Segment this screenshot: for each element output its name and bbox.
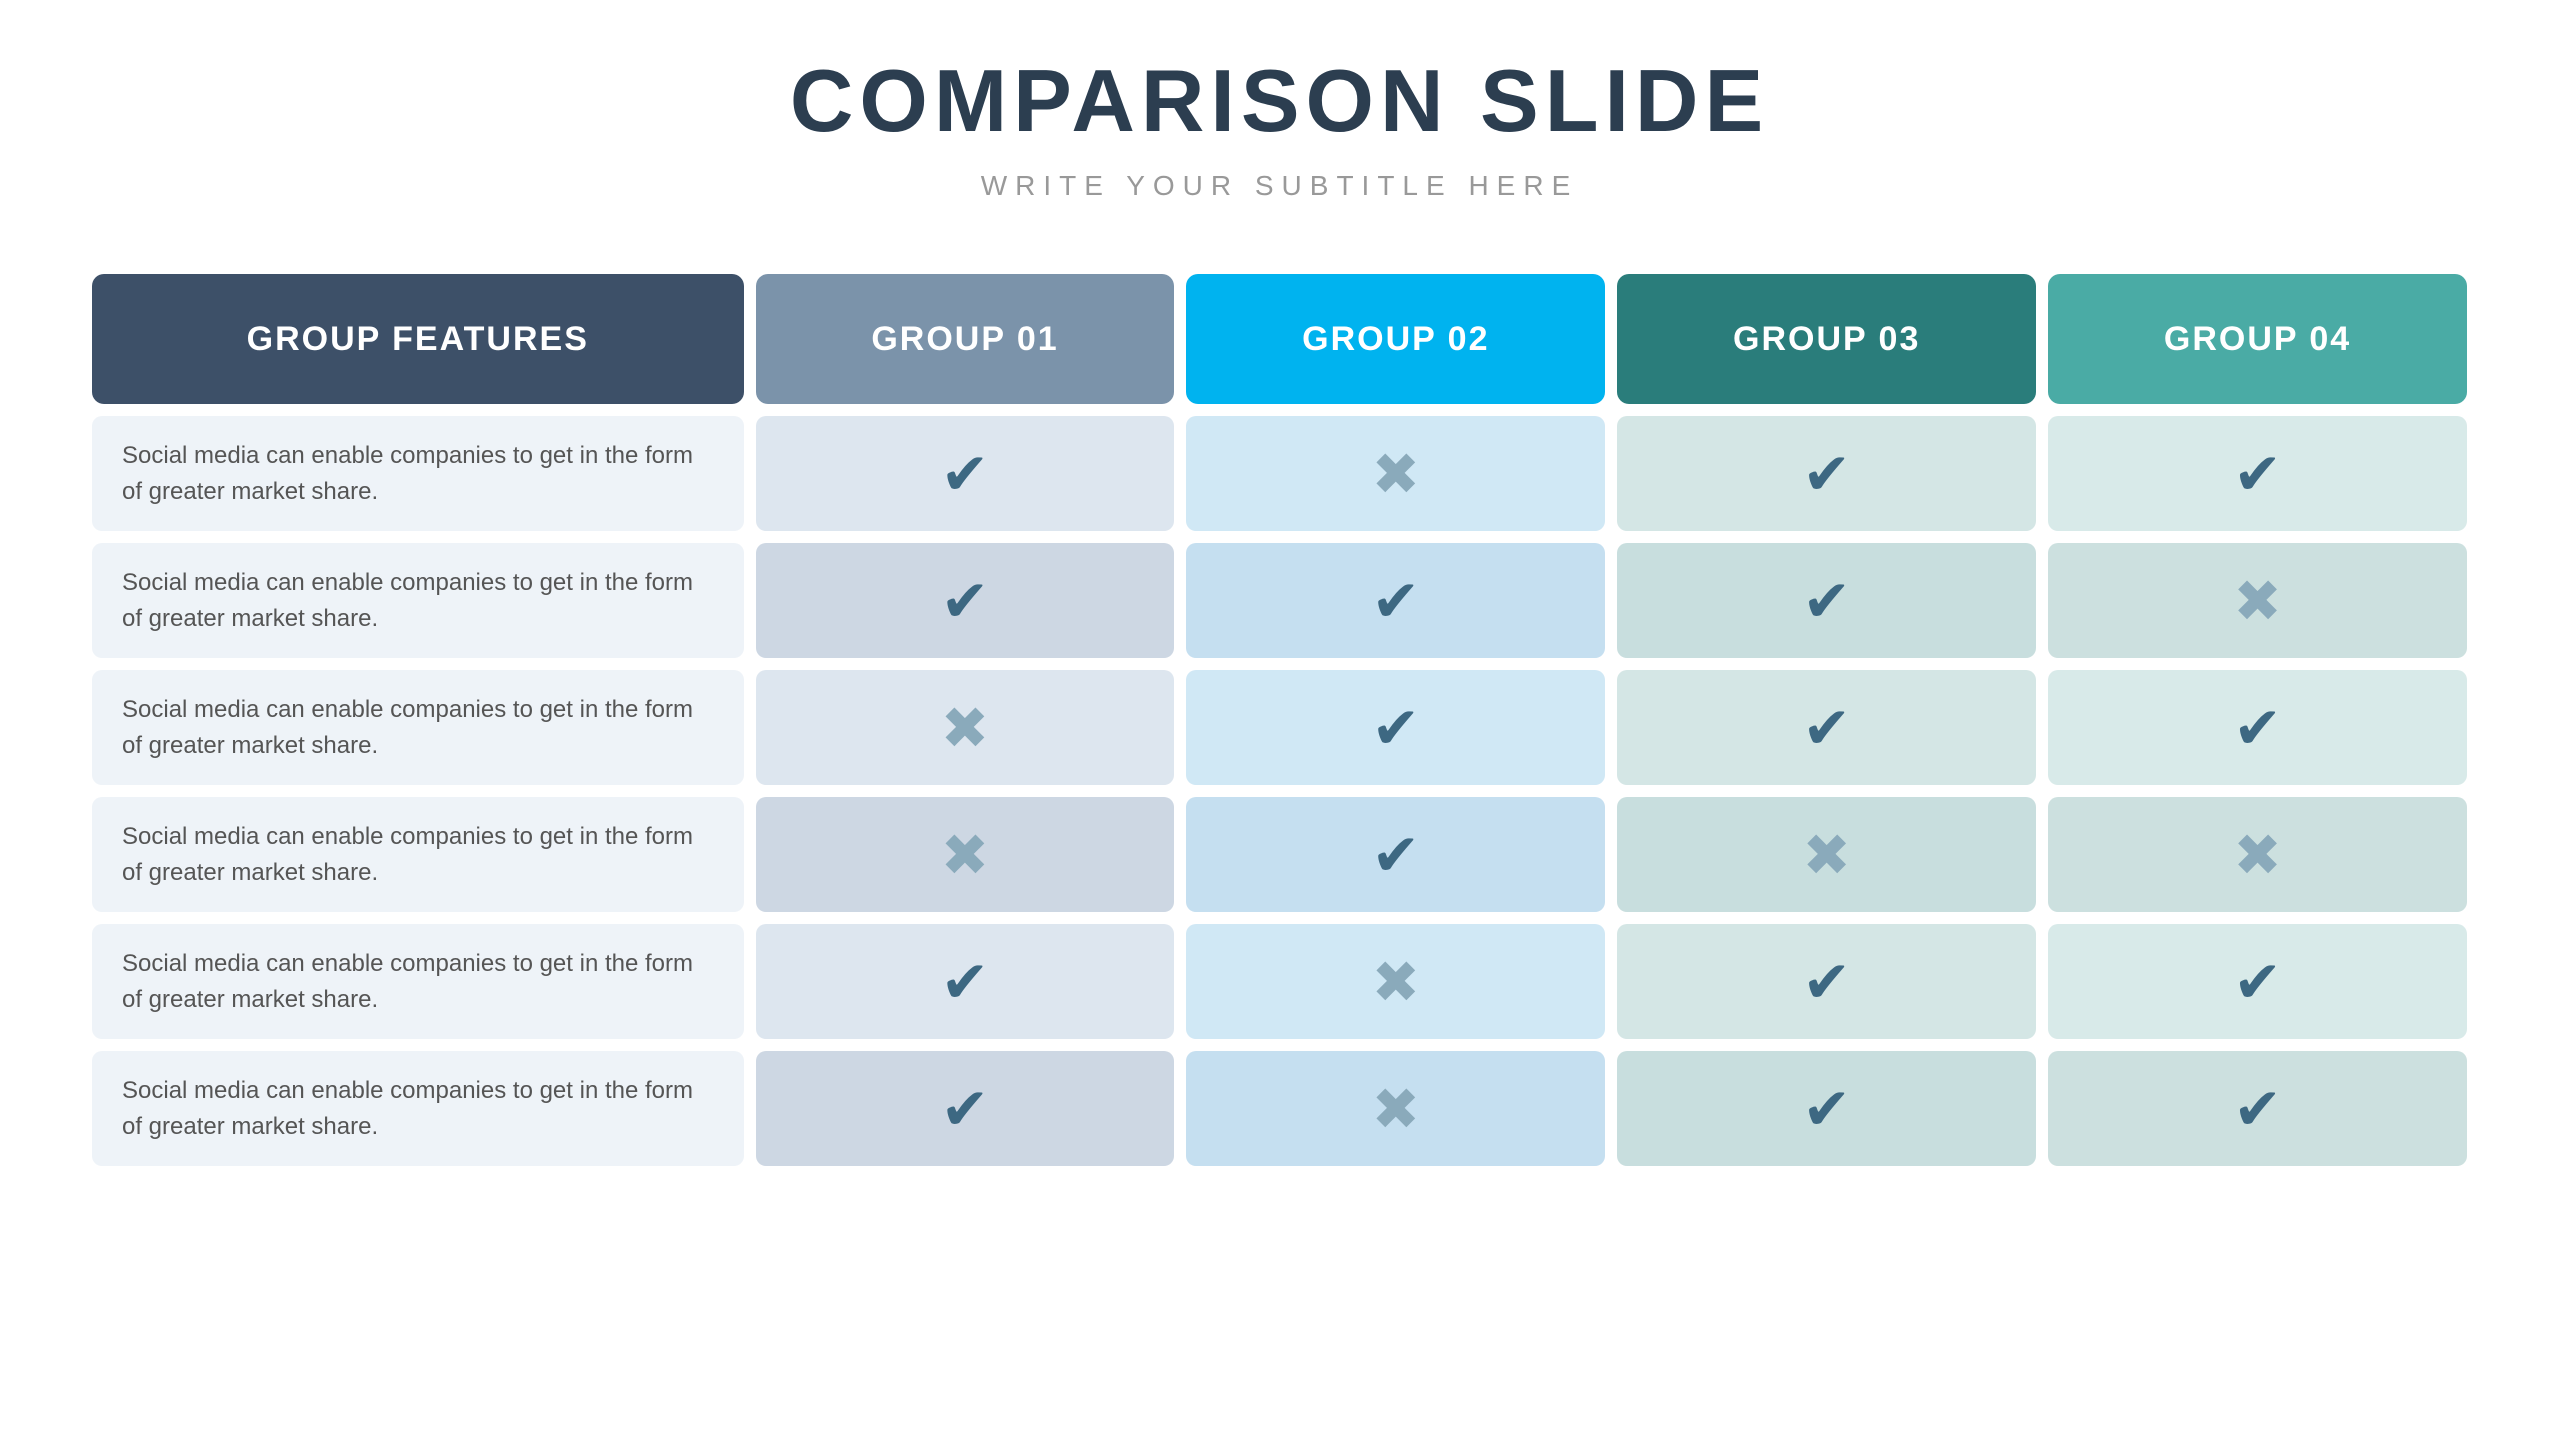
g4-cell: ✔ [2048, 416, 2467, 531]
cross-icon: ✖ [1802, 823, 1851, 888]
g2-cell: ✖ [1186, 416, 1605, 531]
g2-cell: ✖ [1186, 924, 1605, 1039]
feature-cell: Social media can enable companies to get… [92, 416, 744, 531]
g4-cell: ✔ [2048, 670, 2467, 785]
table-row: Social media can enable companies to get… [92, 1051, 2467, 1166]
g1-cell: ✔ [756, 1051, 1175, 1166]
g1-cell: ✔ [756, 924, 1175, 1039]
cross-icon: ✖ [941, 696, 990, 761]
comparison-table: GROUP FEATURES GROUP 01 GROUP 02 GROUP 0… [80, 262, 2479, 1178]
g1-cell: ✔ [756, 543, 1175, 658]
check-icon: ✔ [941, 442, 990, 507]
g3-cell: ✔ [1617, 543, 2036, 658]
cross-icon: ✖ [941, 823, 990, 888]
g3-cell: ✔ [1617, 924, 2036, 1039]
check-icon: ✔ [1802, 1077, 1851, 1142]
g3-cell: ✔ [1617, 670, 2036, 785]
cross-icon: ✖ [1372, 442, 1421, 507]
feature-cell: Social media can enable companies to get… [92, 1051, 744, 1166]
g2-cell: ✔ [1186, 543, 1605, 658]
col-header-features: GROUP FEATURES [92, 274, 744, 404]
check-icon: ✔ [1372, 696, 1421, 761]
check-icon: ✔ [2233, 950, 2282, 1015]
cross-icon: ✖ [2233, 569, 2282, 634]
check-icon: ✔ [1802, 950, 1851, 1015]
col-header-g1: GROUP 01 [756, 274, 1175, 404]
cross-icon: ✖ [1372, 1077, 1421, 1142]
page-title: COMPARISON SLIDE [790, 50, 1769, 152]
g4-cell: ✖ [2048, 797, 2467, 912]
g3-cell: ✔ [1617, 1051, 2036, 1166]
feature-cell: Social media can enable companies to get… [92, 797, 744, 912]
check-icon: ✔ [2233, 442, 2282, 507]
page-subtitle: WRITE YOUR SUBTITLE HERE [981, 170, 1579, 202]
g2-cell: ✔ [1186, 797, 1605, 912]
g3-cell: ✖ [1617, 797, 2036, 912]
col-header-g2: GROUP 02 [1186, 274, 1605, 404]
check-icon: ✔ [1802, 696, 1851, 761]
table-header-row: GROUP FEATURES GROUP 01 GROUP 02 GROUP 0… [92, 274, 2467, 404]
feature-cell: Social media can enable companies to get… [92, 670, 744, 785]
col-header-g3: GROUP 03 [1617, 274, 2036, 404]
check-icon: ✔ [2233, 1077, 2282, 1142]
g4-cell: ✖ [2048, 543, 2467, 658]
g3-cell: ✔ [1617, 416, 2036, 531]
check-icon: ✔ [1802, 569, 1851, 634]
g4-cell: ✔ [2048, 924, 2467, 1039]
check-icon: ✔ [941, 569, 990, 634]
g1-cell: ✔ [756, 416, 1175, 531]
table-row: Social media can enable companies to get… [92, 543, 2467, 658]
check-icon: ✔ [1372, 823, 1421, 888]
check-icon: ✔ [1372, 569, 1421, 634]
cross-icon: ✖ [1372, 950, 1421, 1015]
table-row: Social media can enable companies to get… [92, 797, 2467, 912]
table-row: Social media can enable companies to get… [92, 670, 2467, 785]
feature-cell: Social media can enable companies to get… [92, 543, 744, 658]
g2-cell: ✖ [1186, 1051, 1605, 1166]
check-icon: ✔ [2233, 696, 2282, 761]
g4-cell: ✔ [2048, 1051, 2467, 1166]
col-header-g4: GROUP 04 [2048, 274, 2467, 404]
g1-cell: ✖ [756, 670, 1175, 785]
table-row: Social media can enable companies to get… [92, 416, 2467, 531]
feature-cell: Social media can enable companies to get… [92, 924, 744, 1039]
table-row: Social media can enable companies to get… [92, 924, 2467, 1039]
g1-cell: ✖ [756, 797, 1175, 912]
check-icon: ✔ [941, 950, 990, 1015]
check-icon: ✔ [1802, 442, 1851, 507]
cross-icon: ✖ [2233, 823, 2282, 888]
check-icon: ✔ [941, 1077, 990, 1142]
g2-cell: ✔ [1186, 670, 1605, 785]
